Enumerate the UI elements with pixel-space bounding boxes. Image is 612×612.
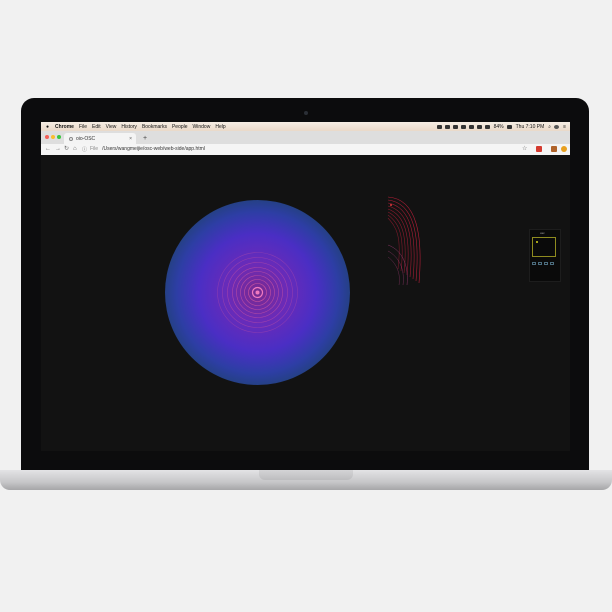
bookmark-star-icon[interactable]: ☆ [522, 146, 527, 153]
concentric-rings [217, 252, 298, 333]
menu-help[interactable]: Help [215, 124, 225, 130]
battery-percent: 84% [493, 123, 504, 130]
wechat-status-icon[interactable] [436, 124, 442, 129]
tab-close-button[interactable]: × [129, 136, 132, 142]
menu-bookmarks[interactable]: Bookmarks [142, 124, 167, 130]
page-content: osc [41, 155, 570, 451]
address-bar[interactable]: ⓘ File /Users/wangmeijie/osc-web/web-sid… [82, 145, 512, 153]
app-menu[interactable]: Chrome [55, 124, 74, 130]
globe-icon [69, 136, 73, 141]
reload-icon[interactable]: ↻ [64, 146, 69, 153]
control-panel[interactable]: osc [529, 229, 561, 282]
waveform-visual [387, 196, 421, 286]
camera-icon [304, 111, 308, 115]
apple-menu-icon[interactable]: ● [46, 124, 49, 130]
status-area: 84% Thu 7:10 PM ⌕ ≡ [434, 122, 566, 131]
panel-button[interactable] [550, 262, 554, 265]
battery-icon[interactable] [506, 124, 512, 129]
menu-history[interactable]: History [121, 124, 137, 130]
home-icon[interactable]: ⌂ [73, 146, 77, 153]
url-text[interactable]: /Users/wangmeijie/osc-web/web-side/app.h… [102, 146, 205, 152]
panel-button[interactable] [538, 262, 542, 265]
url-scheme: File [90, 146, 99, 152]
window-minimize-button[interactable] [51, 135, 55, 139]
search-icon[interactable]: ⌕ [548, 124, 551, 130]
window-close-button[interactable] [45, 135, 49, 139]
back-icon[interactable]: ← [45, 146, 51, 153]
extension-icon[interactable] [536, 146, 542, 152]
menu-window[interactable]: Window [193, 124, 211, 130]
info-icon[interactable]: ⓘ [82, 146, 87, 153]
panel-title: osc [540, 231, 545, 235]
menu-file[interactable]: File [79, 124, 87, 130]
browser-tab[interactable]: oio-OSC × [64, 133, 136, 144]
menu-people[interactable]: People [172, 124, 188, 130]
tab-title: oio-OSC [76, 135, 96, 142]
menu-edit[interactable]: Edit [92, 124, 101, 130]
screen: ● Chrome File Edit View History Bookmark… [41, 122, 570, 451]
status-icon[interactable] [468, 124, 474, 129]
window-zoom-button[interactable] [57, 135, 61, 139]
new-tab-button[interactable]: + [143, 134, 147, 143]
panel-button[interactable] [532, 262, 536, 265]
xy-pad-handle[interactable] [536, 241, 538, 243]
status-icon[interactable] [452, 124, 458, 129]
profile-avatar[interactable] [561, 146, 567, 152]
status-icon[interactable] [476, 124, 482, 129]
tab-strip: oio-OSC × + [41, 131, 570, 144]
menu-view[interactable]: View [106, 124, 117, 130]
siri-status-icon[interactable] [554, 124, 560, 129]
notification-center-icon[interactable]: ≡ [563, 124, 566, 130]
panel-button[interactable] [544, 262, 548, 265]
dropbox-status-icon[interactable] [444, 124, 450, 129]
wifi-icon[interactable] [484, 124, 490, 129]
mac-menu-bar: ● Chrome File Edit View History Bookmark… [41, 122, 570, 131]
visualizer-orb [165, 200, 350, 385]
status-icon[interactable] [460, 124, 466, 129]
laptop-notch [259, 470, 353, 480]
xy-pad[interactable] [532, 237, 556, 257]
extension-icon[interactable] [551, 146, 557, 152]
clock[interactable]: Thu 7:10 PM [516, 124, 545, 130]
forward-icon[interactable]: → [55, 146, 61, 153]
